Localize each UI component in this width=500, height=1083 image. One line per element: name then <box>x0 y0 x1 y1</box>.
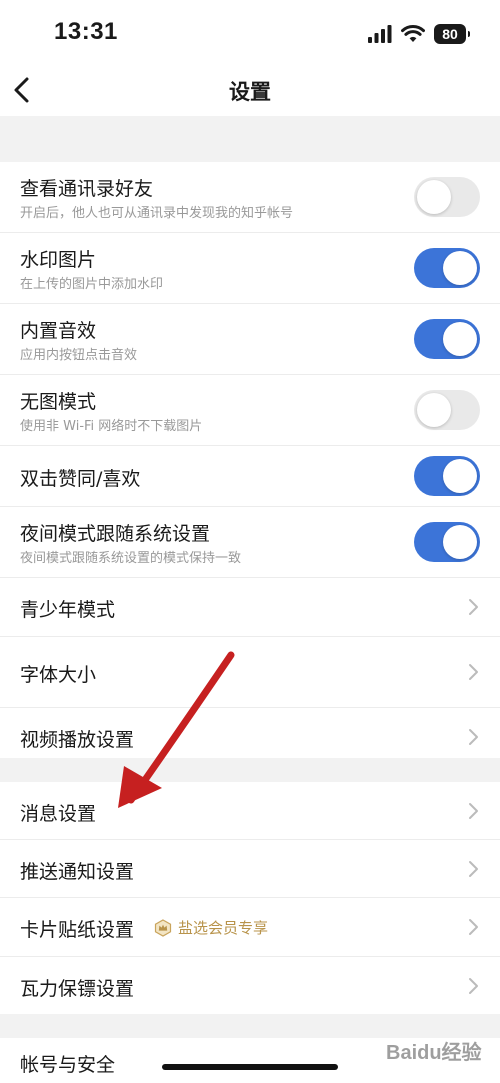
setting-row-watermark[interactable]: 水印图片 在上传的图片中添加水印 <box>0 233 500 304</box>
page-title: 设置 <box>229 80 271 104</box>
toggle-knob <box>417 393 451 427</box>
setting-title: 视频播放设置 <box>20 729 135 751</box>
chevron-right-icon <box>469 861 478 877</box>
toggle-knob <box>443 322 477 356</box>
home-indicator[interactable] <box>162 1064 338 1070</box>
chevron-right-icon <box>469 599 478 615</box>
status-bar: 13:31 80 <box>0 0 500 64</box>
contacts-friends-toggle[interactable] <box>414 177 480 217</box>
setting-row-message-settings[interactable]: 消息设置 <box>0 782 500 840</box>
setting-title: 消息设置 <box>20 803 97 825</box>
status-time: 13:31 <box>54 18 118 45</box>
setting-subtitle: 夜间模式跟随系统设置的模式保持一致 <box>20 551 242 566</box>
vip-badge: 盐选会员专享 <box>154 917 268 938</box>
watermark-toggle[interactable] <box>414 248 480 288</box>
vip-badge-label: 盐选会员专享 <box>178 919 269 937</box>
setting-row-font-size[interactable]: 字体大小 <box>0 637 500 708</box>
setting-row-card-stickers[interactable]: 卡片贴纸设置 盐选会员专享 <box>0 898 500 957</box>
setting-title: 青少年模式 <box>20 599 116 621</box>
wifi-icon <box>401 25 425 42</box>
toggle-knob <box>443 251 477 285</box>
baidu-watermark: Baidu经验 <box>386 1042 482 1064</box>
setting-subtitle: 应用内按钮点击音效 <box>20 348 138 363</box>
setting-row-sound-effects[interactable]: 内置音效 应用内按钮点击音效 <box>0 304 500 375</box>
setting-subtitle: 在上传的图片中添加水印 <box>20 277 164 292</box>
section-divider <box>0 758 500 782</box>
setting-row-contacts-friends[interactable]: 查看通讯录好友 开启后，他人也可从通讯录中发现我的知乎帐号 <box>0 162 500 233</box>
setting-title: 水印图片 <box>20 249 97 271</box>
status-icons: 80 <box>368 22 470 46</box>
chevron-right-icon <box>469 729 478 745</box>
no-image-mode-toggle[interactable] <box>414 390 480 430</box>
setting-title: 内置音效 <box>20 320 97 342</box>
toggle-knob <box>443 459 477 493</box>
setting-title: 字体大小 <box>20 664 97 686</box>
toggle-knob <box>417 180 451 214</box>
settings-group-notifications: 消息设置 推送通知设置 卡片贴纸设置 盐选会员专享 瓦力保镖设置 <box>0 782 500 1014</box>
setting-row-teen-mode[interactable]: 青少年模式 <box>0 578 500 637</box>
signal-icon <box>368 25 392 43</box>
chevron-right-icon <box>469 919 478 935</box>
setting-row-video-playback[interactable]: 视频播放设置 <box>0 708 500 765</box>
setting-title: 查看通讯录好友 <box>20 178 154 200</box>
double-tap-like-toggle[interactable] <box>414 456 480 496</box>
setting-row-push-notifications[interactable]: 推送通知设置 <box>0 840 500 898</box>
settings-group-general: 查看通讯录好友 开启后，他人也可从通讯录中发现我的知乎帐号 水印图片 在上传的图… <box>0 162 500 765</box>
chevron-right-icon <box>469 664 478 680</box>
setting-subtitle: 使用非 Wi-Fi 网络时不下载图片 <box>20 419 203 434</box>
setting-title: 双击赞同/喜欢 <box>20 468 141 490</box>
setting-row-no-image-mode[interactable]: 无图模式 使用非 Wi-Fi 网络时不下载图片 <box>0 375 500 446</box>
toggle-knob <box>443 525 477 559</box>
setting-subtitle: 开启后，他人也可从通讯录中发现我的知乎帐号 <box>20 206 294 221</box>
setting-title: 帐号与安全 <box>20 1054 116 1076</box>
setting-title: 无图模式 <box>20 391 97 413</box>
night-mode-follow-system-toggle[interactable] <box>414 522 480 562</box>
nav-bar: 设置 <box>0 64 500 116</box>
battery-icon: 80 <box>434 24 470 44</box>
setting-title: 夜间模式跟随系统设置 <box>20 523 211 545</box>
setting-title: 瓦力保镖设置 <box>20 978 135 1000</box>
sound-effects-toggle[interactable] <box>414 319 480 359</box>
setting-title: 卡片贴纸设置 <box>20 919 135 941</box>
vip-crown-icon <box>154 918 172 937</box>
setting-row-wali-guard[interactable]: 瓦力保镖设置 <box>0 957 500 1014</box>
section-divider <box>0 116 500 162</box>
setting-row-double-tap-like[interactable]: 双击赞同/喜欢 <box>0 446 500 507</box>
setting-title: 推送通知设置 <box>20 861 135 883</box>
setting-row-night-mode-follow-system[interactable]: 夜间模式跟随系统设置 夜间模式跟随系统设置的模式保持一致 <box>0 507 500 578</box>
section-divider <box>0 1014 500 1038</box>
chevron-right-icon <box>469 803 478 819</box>
chevron-right-icon <box>469 978 478 994</box>
